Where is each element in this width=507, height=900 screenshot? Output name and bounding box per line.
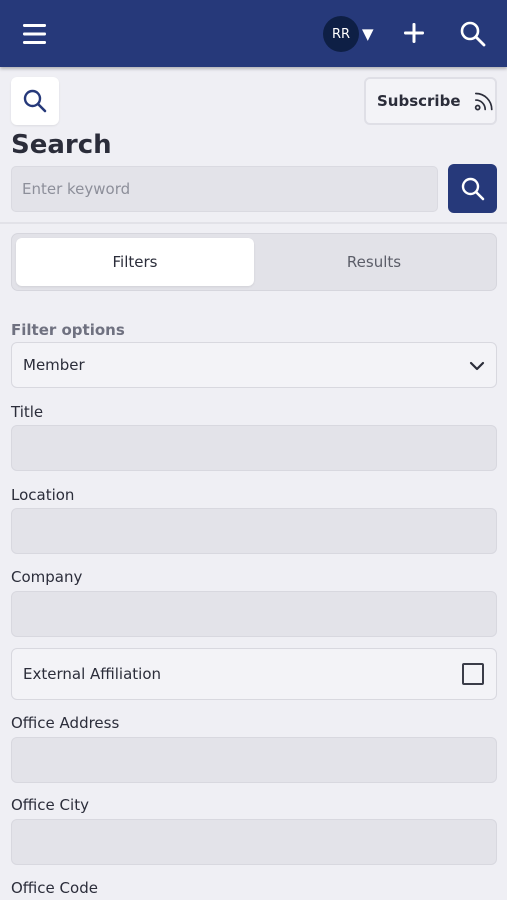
external-affiliation-checkbox[interactable] [462, 663, 484, 685]
office-city-label: Office City [11, 796, 89, 814]
title-field[interactable] [11, 425, 497, 471]
rss-feed-icon [474, 92, 493, 111]
segmented-tabs: Filters Results [11, 233, 497, 291]
subscribe-label: Subscribe [377, 92, 461, 110]
section-divider [0, 222, 507, 224]
external-affiliation-label: External Affiliation [23, 665, 162, 683]
hamburger-menu-button[interactable] [22, 22, 48, 46]
office-address-field[interactable] [11, 737, 497, 783]
filter-options-select[interactable]: Member [11, 342, 497, 388]
filter-options-value: Member [23, 356, 85, 374]
tab-results[interactable]: Results [255, 238, 493, 286]
keyword-search-input[interactable] [11, 166, 438, 212]
title-label: Title [11, 403, 44, 421]
external-affiliation-row[interactable]: External Affiliation [11, 648, 497, 700]
company-field[interactable] [11, 591, 497, 637]
add-button[interactable] [402, 21, 426, 45]
office-address-label: Office Address [11, 714, 120, 732]
page-title: Search [11, 130, 112, 160]
tab-filters[interactable]: Filters [16, 238, 254, 286]
avatar[interactable]: RR [323, 16, 359, 52]
chevron-down-icon [469, 361, 485, 371]
caret-down-icon[interactable]: ▼ [362, 26, 374, 42]
hamburger-icon [23, 24, 46, 44]
top-nav-bar: RR ▼ [0, 0, 507, 67]
user-menu[interactable]: RR ▼ [323, 16, 374, 52]
search-icon [461, 177, 484, 200]
company-label: Company [11, 568, 83, 586]
plus-icon [404, 23, 424, 43]
location-field[interactable] [11, 508, 497, 554]
location-label: Location [11, 486, 75, 504]
office-city-field[interactable] [11, 819, 497, 865]
subscribe-button[interactable]: Subscribe [364, 77, 497, 125]
search-section-icon-card [11, 77, 59, 125]
filter-options-label: Filter options [11, 321, 125, 339]
top-search-button[interactable] [459, 20, 486, 47]
search-submit-button[interactable] [448, 164, 497, 213]
search-icon [23, 89, 47, 113]
office-code-label: Office Code [11, 879, 98, 897]
search-icon [460, 21, 486, 47]
